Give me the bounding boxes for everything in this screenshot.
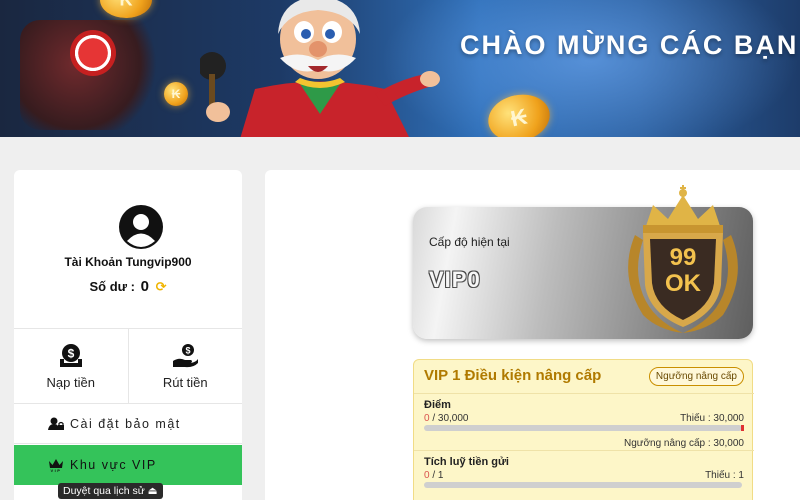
withdraw-button[interactable]: $ Rút tiền: [127, 329, 243, 403]
crown-vip-icon: VIP: [49, 459, 63, 472]
balance-label: Số dư :: [89, 279, 136, 294]
svg-text:OK: OK: [665, 270, 702, 297]
deposit-icon: $: [59, 343, 82, 367]
condition-progress-text: 0 / 1: [424, 470, 443, 481]
account-name: Tài Khoản Tungvip900: [64, 255, 192, 269]
quick-actions: $ Nạp tiền $ Rút tiền: [14, 328, 242, 404]
condition-shortfall: Thiếu : 1: [705, 470, 744, 481]
condition-shortfall: Thiếu : 30,000: [680, 413, 744, 424]
condition-progress-text: 0 / 30,000: [424, 413, 468, 424]
svg-text:$: $: [67, 346, 74, 360]
banner-glow: [380, 0, 800, 137]
menu-item-label: Cài đặt bảo mật: [70, 416, 181, 431]
balance-display: Số dư : 0 ⟳: [14, 278, 242, 295]
vip-panel: Cấp độ hiện tại VIP0 99 OK VIP 1 Điều ki…: [265, 170, 800, 500]
conditions-title: VIP 1 Điều kiện nâng cấp: [424, 367, 602, 384]
coin-icon: [164, 82, 188, 106]
svg-text:VIP: VIP: [51, 468, 62, 472]
deposit-label: Nạp tiền: [46, 374, 95, 390]
deposit-button[interactable]: $ Nạp tiền: [14, 329, 128, 403]
account-sidebar: Tài Khoản Tungvip900 Số dư : 0 ⟳ $ Nạp t…: [14, 170, 242, 500]
condition-label: Điểm: [424, 399, 451, 411]
progress-bar: [424, 482, 742, 488]
vip-badge-icon: 99 OK: [628, 185, 738, 333]
balance-value: 0: [140, 278, 149, 295]
condition-target: / 1: [429, 470, 444, 481]
withdraw-label: Rút tiền: [162, 374, 208, 390]
casino-chip-icon: [70, 30, 116, 76]
condition-row-deposit: Tích luỹ tiền gửi 0 / 1 Thiếu : 1: [414, 450, 754, 500]
current-level-label: Cấp độ hiện tại: [429, 235, 510, 249]
banner-title: CHÀO MỪNG CÁC BẠN Đ: [460, 30, 800, 60]
svg-text:99: 99: [670, 244, 697, 271]
progress-bar: [424, 425, 742, 431]
refresh-icon[interactable]: ⟳: [156, 279, 167, 295]
coin-icon: [100, 0, 152, 18]
withdraw-icon: $: [173, 343, 199, 367]
promo-banner: CHÀO MỪNG CÁC BẠN Đ: [0, 0, 800, 137]
menu-item-security[interactable]: Cài đặt bảo mật: [14, 404, 242, 444]
avatar-icon: [119, 205, 163, 249]
progress-bar-end-marker: [741, 425, 744, 431]
condition-threshold: Ngưỡng nâng cấp : 30,000: [623, 438, 744, 449]
user-lock-icon: [48, 417, 64, 430]
condition-target: / 30,000: [429, 413, 469, 424]
history-tooltip[interactable]: Duyệt qua lịch sử ⏏: [58, 483, 163, 499]
menu-item-label: Khu vực VIP: [70, 458, 157, 472]
svg-text:$: $: [186, 345, 191, 355]
condition-row-points: Điểm 0 / 30,000 Thiếu : 30,000 Ngưỡng nâ…: [414, 393, 754, 449]
mascot-illustration: [200, 0, 440, 137]
conditions-header: VIP 1 Điều kiện nâng cấp Ngưỡng nâng cấp: [414, 360, 754, 390]
current-level-value: VIP0: [429, 267, 481, 292]
menu-item-vip[interactable]: VIP Khu vực VIP: [14, 445, 242, 485]
condition-label: Tích luỹ tiền gửi: [424, 456, 509, 468]
threshold-button[interactable]: Ngưỡng nâng cấp: [648, 367, 744, 386]
upgrade-conditions-card: VIP 1 Điều kiện nâng cấp Ngưỡng nâng cấp…: [413, 359, 754, 500]
